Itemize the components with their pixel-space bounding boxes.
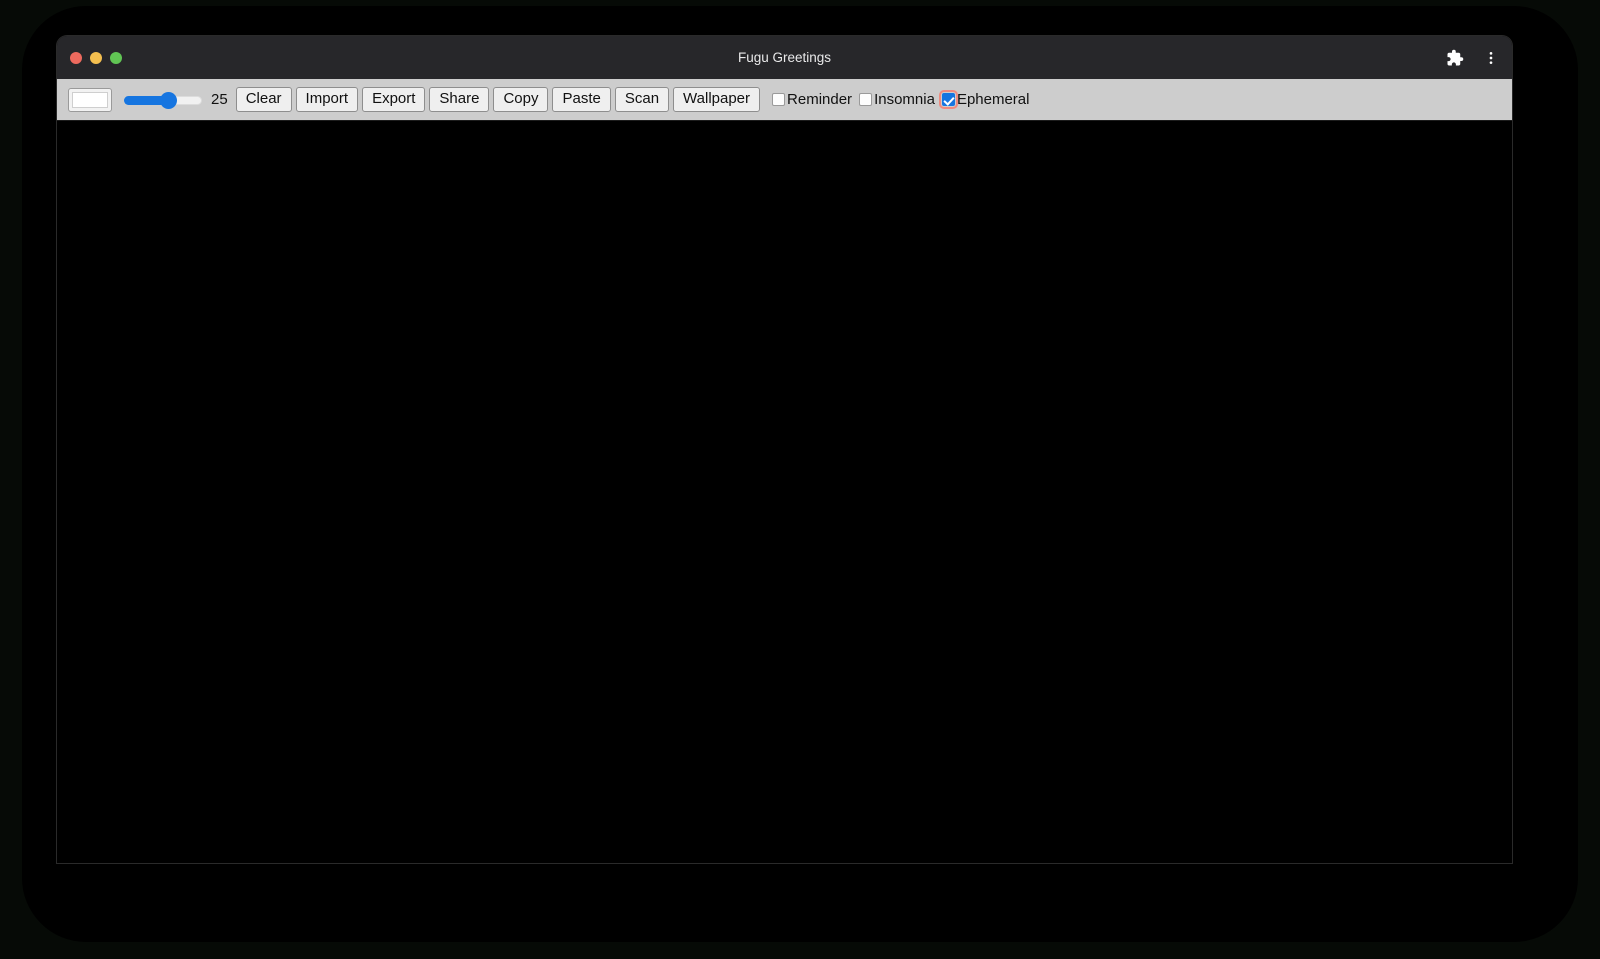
reminder-checkbox[interactable] [772,93,786,106]
ephemeral-checkbox[interactable] [938,90,958,109]
more-menu-icon[interactable] [1480,47,1502,69]
clear-button[interactable]: Clear [235,87,292,112]
color-picker-input[interactable] [68,87,112,112]
traffic-lights [70,36,122,79]
app-toolbar: 25 Clear Import Export Share Copy Paste … [57,79,1512,121]
share-button[interactable]: Share [429,87,490,112]
import-button[interactable]: Import [295,87,359,112]
drawing-canvas[interactable] [57,121,1512,863]
extensions-icon[interactable] [1444,47,1466,69]
insomnia-checkbox[interactable] [859,93,873,106]
ephemeral-checkbox-group: Ephemeral [938,90,1030,109]
scan-button[interactable]: Scan [614,87,670,112]
close-window-button[interactable] [70,51,82,64]
wallpaper-button[interactable]: Wallpaper [673,87,761,112]
copy-button[interactable]: Copy [493,87,549,112]
reminder-checkbox-group: Reminder [772,91,852,108]
title-bar: Fugu Greetings [57,36,1512,79]
insomnia-checkbox-label[interactable]: Insomnia [874,91,935,108]
reminder-checkbox-label[interactable]: Reminder [787,91,852,108]
slider-thumb[interactable] [160,91,177,109]
insomnia-checkbox-group: Insomnia [859,91,935,108]
export-button[interactable]: Export [362,87,426,112]
title-bar-actions [1444,36,1502,79]
line-width-value: 25 [211,91,228,108]
minimize-window-button[interactable] [90,51,102,64]
browser-window: Fugu Greetings 25 Clear Import Export Sh… [57,36,1512,863]
paste-button[interactable]: Paste [552,87,611,112]
screenshot-backdrop: Fugu Greetings 25 Clear Import Export Sh… [0,0,1600,959]
color-picker-swatch [72,91,108,108]
maximize-window-button[interactable] [110,51,122,64]
ephemeral-checkbox-label[interactable]: Ephemeral [957,91,1030,108]
line-width-slider[interactable] [124,90,202,110]
page-title: Fugu Greetings [737,50,832,65]
